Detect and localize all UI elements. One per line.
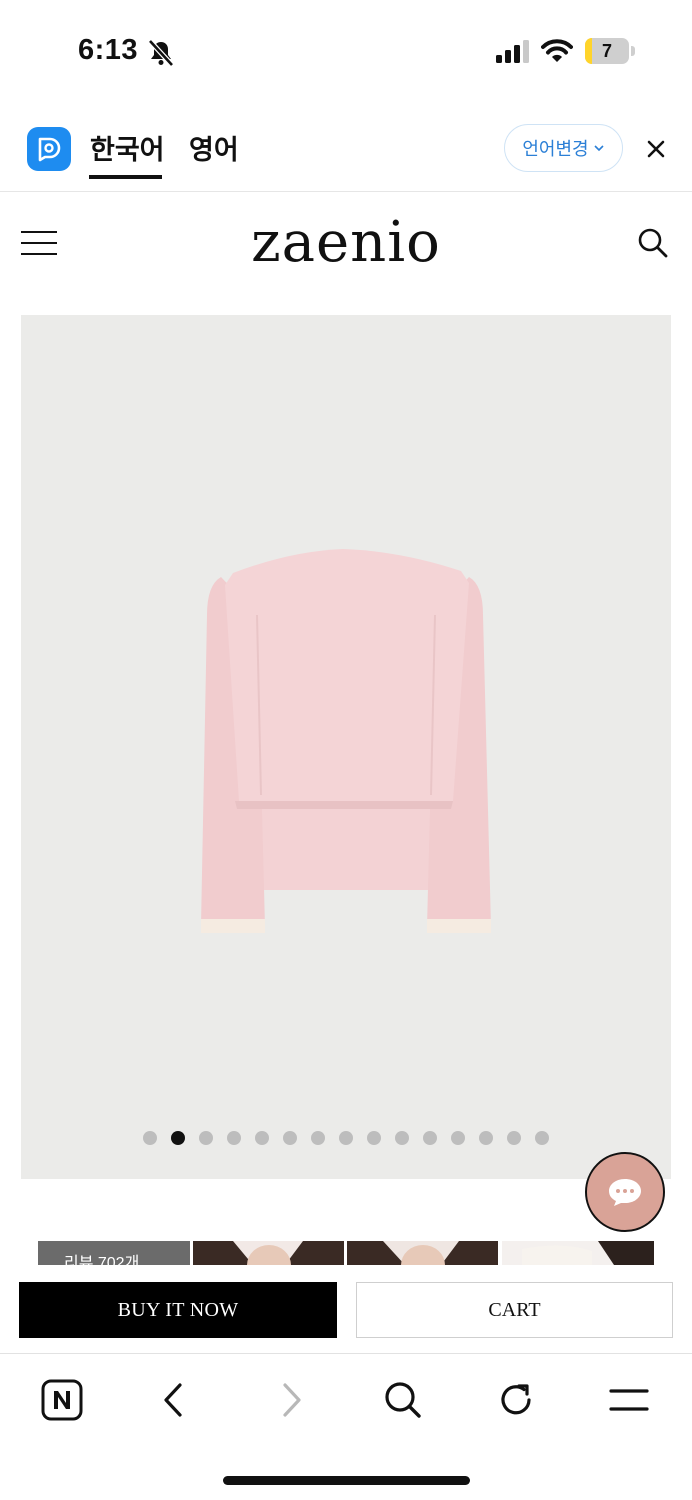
- buy-now-button[interactable]: BUY IT NOW: [19, 1282, 337, 1338]
- battery-icon: 7: [585, 38, 635, 64]
- language-change-label: 언어변경: [522, 139, 589, 159]
- silent-bell-icon: [148, 39, 174, 67]
- status-time: 6:13: [78, 34, 139, 66]
- forward-button[interactable]: [267, 1377, 313, 1423]
- battery-cap: [631, 46, 635, 56]
- language-change-button[interactable]: 언어변경: [504, 124, 623, 172]
- thumbnail-2[interactable]: [193, 1241, 344, 1265]
- active-tab-indicator: [89, 175, 162, 179]
- forward-icon: [283, 1383, 301, 1417]
- brand-logo[interactable]: zaenio: [0, 210, 692, 275]
- search-icon[interactable]: [636, 226, 670, 260]
- site-header: zaenio: [0, 192, 692, 302]
- translate-logo-icon: [38, 137, 61, 162]
- carousel-dot[interactable]: [423, 1131, 437, 1145]
- tab-korean[interactable]: 한국어: [90, 128, 165, 167]
- model-photo: [193, 1241, 344, 1265]
- carousel-dot[interactable]: [227, 1131, 241, 1145]
- review-thumbnail[interactable]: 리뷰 702개: [38, 1241, 190, 1265]
- model-photo: [347, 1241, 498, 1265]
- refresh-button[interactable]: [493, 1377, 539, 1423]
- back-icon: [164, 1383, 182, 1417]
- search-icon: [385, 1382, 421, 1418]
- carousel-dot[interactable]: [171, 1131, 185, 1145]
- close-icon[interactable]: [640, 133, 672, 165]
- menu-icon: [609, 1389, 649, 1411]
- refresh-icon: [501, 1384, 531, 1415]
- cellular-signal-icon: [496, 40, 529, 63]
- carousel-dot[interactable]: [451, 1131, 465, 1145]
- carousel-dot[interactable]: [283, 1131, 297, 1145]
- review-count-label: 리뷰 702개: [64, 1255, 140, 1265]
- carousel-dot[interactable]: [199, 1131, 213, 1145]
- carousel-dot[interactable]: [395, 1131, 409, 1145]
- carousel-dot[interactable]: [311, 1131, 325, 1145]
- carousel-dot[interactable]: [507, 1131, 521, 1145]
- chevron-down-icon: [594, 145, 604, 152]
- tab-english[interactable]: 영어: [189, 128, 239, 167]
- carousel-dot[interactable]: [479, 1131, 493, 1145]
- cart-button[interactable]: CART: [356, 1282, 673, 1338]
- carousel-dot[interactable]: [255, 1131, 269, 1145]
- papago-app-icon[interactable]: [27, 127, 71, 171]
- carousel-dot[interactable]: [339, 1131, 353, 1145]
- thumbnail-strip: 리뷰 702개: [38, 1241, 654, 1265]
- menu-toolbar-button[interactable]: [606, 1377, 652, 1423]
- home-indicator: [223, 1476, 470, 1485]
- chat-bubble-icon: [609, 1179, 641, 1206]
- carousel-dot[interactable]: [535, 1131, 549, 1145]
- translate-bar: 한국어 영어 언어변경: [0, 100, 692, 192]
- battery-percentage: 7: [601, 41, 612, 61]
- naver-home-icon: [41, 1379, 83, 1421]
- product-photo: [201, 549, 491, 933]
- thumbnail-4[interactable]: [502, 1241, 654, 1265]
- search-toolbar-button[interactable]: [380, 1377, 426, 1423]
- wifi-icon: [541, 39, 573, 62]
- model-photo: [522, 1241, 654, 1265]
- thumbnail-3[interactable]: [347, 1241, 498, 1265]
- product-image[interactable]: [21, 315, 671, 1179]
- chat-button[interactable]: [585, 1152, 665, 1232]
- back-button[interactable]: [152, 1377, 198, 1423]
- naver-home-button[interactable]: [39, 1377, 85, 1423]
- status-bar: 6:13 7: [0, 0, 692, 100]
- carousel-dot[interactable]: [367, 1131, 381, 1145]
- carousel-dots: [21, 1131, 671, 1145]
- action-bar: BUY IT NOW CART: [0, 1266, 692, 1354]
- carousel-dot[interactable]: [143, 1131, 157, 1145]
- browser-toolbar: [0, 1355, 692, 1500]
